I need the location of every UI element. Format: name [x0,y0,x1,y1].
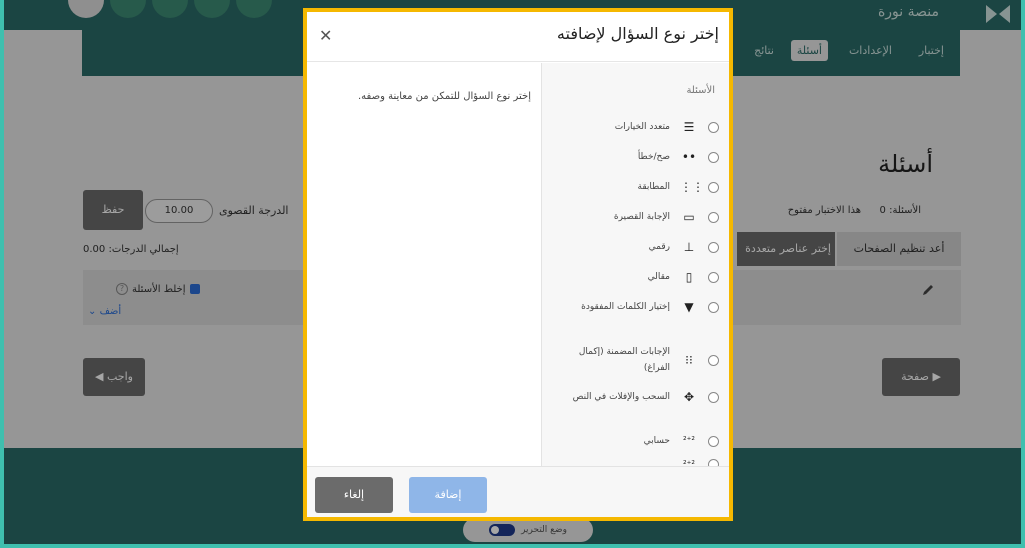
radio[interactable] [708,151,719,163]
question-type-shortanswer[interactable]: ▭ الإجابة القصيرة [542,209,729,225]
dialog-header: إختر نوع السؤال لإضافته ✕ [307,12,729,62]
radio[interactable] [708,241,719,253]
matching-grid-icon: ⋮⋮ [680,180,704,194]
question-type-dialog: إختر نوع السؤال لإضافته ✕ إختر نوع السؤا… [303,8,733,521]
radio[interactable] [708,354,719,366]
cancel-button[interactable]: إلغاء [315,477,393,513]
add-question-button[interactable]: إضافة [409,477,487,513]
calculated-icon: ²⁺² [683,436,695,446]
embedded-answers-icon: ⁝⁝ [685,353,693,367]
question-type-matching[interactable]: ⋮⋮ المطابقة [542,179,729,195]
essay-icon: ▯ [685,270,693,284]
radio[interactable] [708,391,719,403]
dialog-footer: إلغاء إضافة [307,466,729,517]
two-dots-icon: •• [681,150,697,164]
question-type-calculated[interactable]: ²⁺² حسابي [542,433,729,449]
short-answer-icon: ▭ [683,210,695,224]
question-type-label: السحب والإفلات في النص [572,392,670,402]
list-heading: الأسئلة [686,85,715,96]
radio[interactable] [708,301,719,313]
question-type-multianswer[interactable]: ⁝⁝ الإجابات المضمنة (إكمال الفراغ) [542,344,729,376]
question-type-numerical[interactable]: ⊥ رقمي [542,239,729,255]
question-type-label: الإجابة القصيرة [613,212,670,222]
radio[interactable] [708,211,719,223]
radio[interactable] [708,121,719,133]
radio[interactable] [708,435,719,447]
question-type-list[interactable]: الأسئلة ☰ متعدد الخيارات •• صح/خطأ ⋮⋮ ال… [541,63,729,466]
question-type-gapselect[interactable]: ▼ إختيار الكلمات المفقودة [542,299,729,315]
dropdown-icon: ▼ [684,300,694,314]
question-type-truefalse[interactable]: •• صح/خطأ [542,149,729,165]
question-type-label: إختيار الكلمات المفقودة [581,302,670,312]
numeric-icon: ⊥ [683,240,695,254]
close-icon[interactable]: ✕ [319,26,332,45]
question-type-label: مقالي [647,272,670,282]
question-type-label: رقمي [648,242,670,252]
radio[interactable] [708,271,719,283]
question-type-label: متعدد الخيارات [614,122,670,132]
question-type-calculated-multi[interactable]: ²⁺² [542,459,729,466]
description-pane: إختر نوع السؤال للتمكن من معاينة وصفه. [307,63,541,466]
question-type-label: الإجابات المضمنة (إكمال الفراغ) [578,347,670,373]
question-type-label: حسابي [643,436,670,446]
type-description: إختر نوع السؤال للتمكن من معاينة وصفه. [357,91,531,102]
drag-drop-icon: ✥ [683,390,695,404]
radio[interactable] [708,181,719,193]
question-type-ddwtos[interactable]: ✥ السحب والإفلات في النص [542,389,729,405]
list-bullets-icon: ☰ [683,120,695,134]
dialog-title: إختر نوع السؤال لإضافته [556,24,719,43]
question-type-label: المطابقة [637,182,670,192]
radio[interactable] [708,459,719,466]
question-type-label: صح/خطأ [637,152,670,162]
question-type-essay[interactable]: ▯ مقالي [542,269,729,285]
question-type-multichoice[interactable]: ☰ متعدد الخيارات [542,119,729,135]
